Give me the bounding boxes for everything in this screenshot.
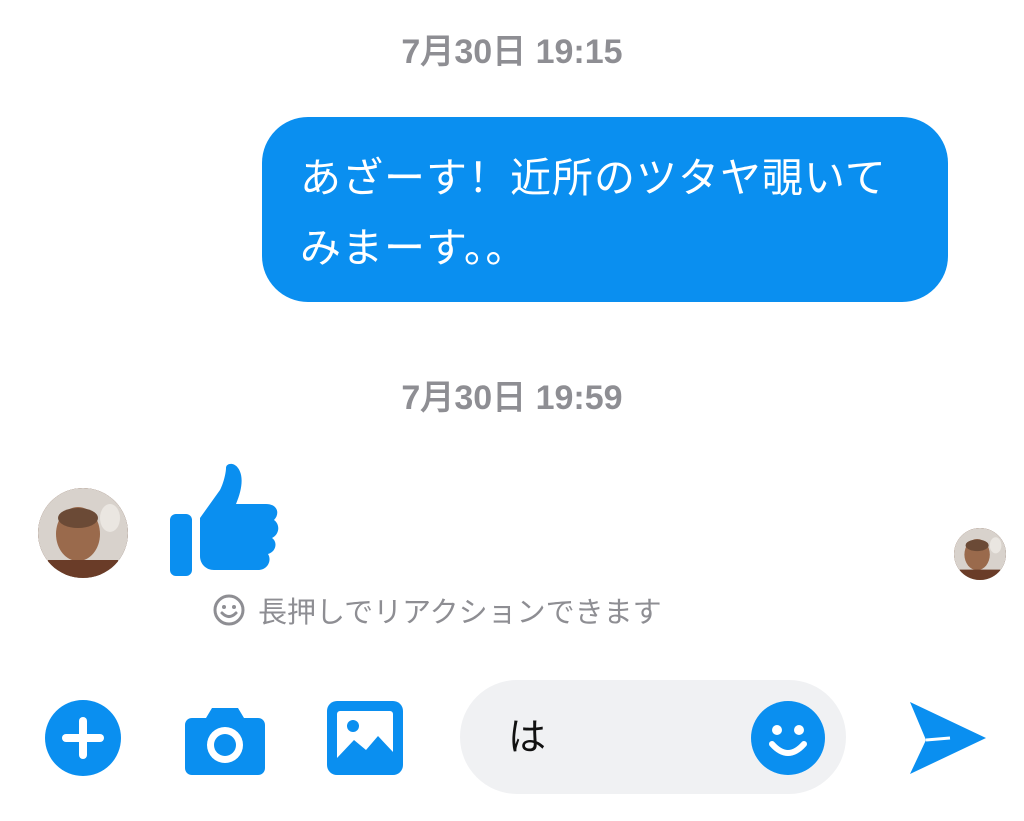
outgoing-message-bubble[interactable]: あざーす！近所のツタヤ覗いてみまーす。。 bbox=[262, 117, 948, 302]
reaction-hint: 長押しでリアクションできます bbox=[212, 588, 662, 632]
plus-icon[interactable] bbox=[44, 699, 122, 777]
avatar-photo bbox=[954, 528, 1006, 580]
smiley-icon bbox=[213, 594, 245, 626]
emoji-icon[interactable] bbox=[750, 700, 826, 776]
send-icon[interactable] bbox=[906, 698, 988, 778]
reaction-hint-text: 長押しでリアクションできます bbox=[258, 595, 662, 629]
message-input-text[interactable]: は bbox=[508, 714, 546, 760]
camera-icon[interactable] bbox=[184, 700, 266, 776]
avatar-photo bbox=[38, 488, 128, 578]
thumbs-up-icon[interactable] bbox=[168, 462, 280, 578]
timestamp: 7月30日 19:59 bbox=[401, 379, 623, 417]
contact-avatar[interactable] bbox=[38, 488, 128, 578]
seen-avatar bbox=[954, 528, 1006, 580]
message-input[interactable]: は bbox=[460, 680, 846, 794]
image-icon[interactable] bbox=[326, 700, 404, 776]
message-text: あざーす！近所のツタヤ覗いてみまーす。。 bbox=[300, 154, 887, 272]
timestamp: 7月30日 19:15 bbox=[401, 33, 623, 71]
